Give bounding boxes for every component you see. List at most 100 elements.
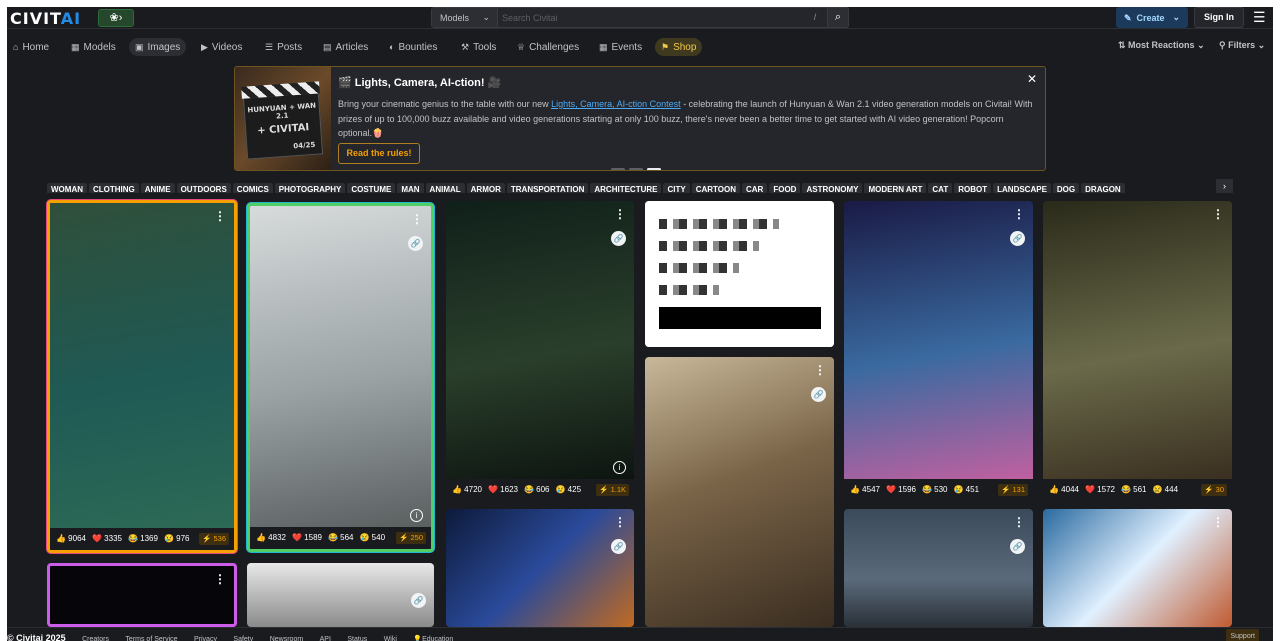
nav-home[interactable]: ⌂ Home <box>7 38 55 56</box>
like-reaction[interactable]: 👍 9064 <box>56 528 86 550</box>
like-reaction[interactable]: 👍 4832 <box>256 527 286 549</box>
more-icon[interactable]: ⋮ <box>1013 515 1025 529</box>
nav-images[interactable]: ▣ Images <box>129 38 187 56</box>
civitai-logo[interactable]: CIVITAI <box>10 9 81 28</box>
more-icon[interactable]: ⋮ <box>1013 207 1025 221</box>
tag-chip[interactable]: DRAGON <box>1081 183 1125 193</box>
heart-reaction[interactable]: ❤️ 3335 <box>92 528 122 550</box>
laugh-reaction[interactable]: 😂 561 <box>1121 479 1147 501</box>
footer-link[interactable]: API <box>320 633 331 641</box>
tag-chip[interactable]: COSTUME <box>347 183 396 193</box>
link-icon[interactable]: 🔗 <box>411 593 426 608</box>
image-card[interactable]: ⋮ 🔗 i 👍 4720 ❤️ 1623 😂 606 😢 425 ⚡ 1.1K <box>446 201 634 501</box>
more-icon[interactable]: ⋮ <box>411 212 423 226</box>
close-icon[interactable]: ✕ <box>1027 72 1037 86</box>
link-icon[interactable]: 🔗 <box>611 231 626 246</box>
more-icon[interactable]: ⋮ <box>614 207 626 221</box>
more-icon[interactable]: ⋮ <box>814 363 826 377</box>
nav-shop[interactable]: ⚑ Shop <box>655 38 703 56</box>
buzz-tip-badge[interactable]: ⚡ 250 <box>396 532 426 544</box>
like-reaction[interactable]: 👍 4044 <box>1049 479 1079 501</box>
cry-reaction[interactable]: 😢 444 <box>1153 479 1179 501</box>
link-icon[interactable]: 🔗 <box>811 387 826 402</box>
tag-chip[interactable]: CITY <box>663 183 690 193</box>
search-input[interactable] <box>502 10 802 25</box>
heart-reaction[interactable]: ❤️ 1589 <box>292 527 322 549</box>
tag-chip[interactable]: DOG <box>1052 183 1080 193</box>
image-card[interactable]: ⋮ 🔗 <box>446 509 634 627</box>
tag-chip[interactable]: FOOD <box>769 183 801 193</box>
laugh-reaction[interactable]: 😂 530 <box>922 479 948 501</box>
footer-link[interactable]: Safety <box>233 633 253 641</box>
nav-challenges[interactable]: ♕ Challenges <box>511 38 585 56</box>
tag-chip[interactable]: TRANSPORTATION <box>506 183 589 193</box>
tag-chip[interactable]: ANIME <box>140 183 175 193</box>
tag-chip[interactable]: COMICS <box>232 183 273 193</box>
search-button[interactable]: ⌕ <box>827 7 849 28</box>
heart-reaction[interactable]: ❤️ 1596 <box>886 479 916 501</box>
footer-link[interactable]: Wiki <box>384 633 397 641</box>
nav-tools[interactable]: ⚒ Tools <box>455 38 502 56</box>
footer-link[interactable]: 💡Education <box>413 633 453 641</box>
filters-button[interactable]: ⚲ Filters ⌄ <box>1219 40 1265 51</box>
more-icon[interactable]: ⋮ <box>614 515 626 529</box>
tag-chip[interactable]: CARTOON <box>691 183 740 193</box>
cry-reaction[interactable]: 😢 540 <box>360 527 386 549</box>
nav-bounties[interactable]: ◐ Bounties <box>383 38 443 56</box>
laugh-reaction[interactable]: 😂 564 <box>328 527 354 549</box>
chevron-right-icon[interactable]: › <box>1216 179 1233 193</box>
footer-link[interactable]: Newsroom <box>270 633 303 641</box>
image-card[interactable]: ⋮ 🔗 i 👍 4832 ❤️ 1589 😂 564 😢 540 ⚡ 250 <box>247 203 434 552</box>
more-icon[interactable]: ⋮ <box>214 209 226 223</box>
tag-chip[interactable]: MAN <box>397 183 424 193</box>
tag-chip[interactable]: CLOTHING <box>89 183 139 193</box>
tag-chip[interactable]: ROBOT <box>954 183 992 193</box>
read-rules-button[interactable]: Read the rules! <box>338 143 420 164</box>
more-icon[interactable]: ⋮ <box>1212 515 1224 529</box>
image-card[interactable]: ⋮ 👍 4044 ❤️ 1572 😂 561 😢 444 ⚡ 30 <box>1043 201 1232 501</box>
cry-reaction[interactable]: 😢 451 <box>954 479 980 501</box>
info-icon[interactable]: i <box>613 461 626 474</box>
nav-models[interactable]: ▦ Models <box>65 38 122 56</box>
tag-chip[interactable]: LANDSCAPE <box>993 183 1051 193</box>
sign-in-button[interactable]: Sign In <box>1194 7 1244 28</box>
region-flag-button[interactable]: ❀› <box>98 9 134 27</box>
tag-chip[interactable]: ARMOR <box>466 183 505 193</box>
tag-chip[interactable]: ASTRONOMY <box>802 183 863 193</box>
image-card[interactable]: ⋮ <box>1043 509 1232 627</box>
laugh-reaction[interactable]: 😂 1369 <box>128 528 158 550</box>
tag-chip[interactable]: CAR <box>742 183 768 193</box>
laugh-reaction[interactable]: 😂 606 <box>524 479 550 501</box>
heart-reaction[interactable]: ❤️ 1623 <box>488 479 518 501</box>
buzz-tip-badge[interactable]: ⚡ 30 <box>1201 484 1227 496</box>
info-icon[interactable]: i <box>410 509 423 522</box>
buzz-tip-badge[interactable]: ⚡ 131 <box>998 484 1028 496</box>
like-reaction[interactable]: 👍 4547 <box>850 479 880 501</box>
tag-chip[interactable]: WOMAN <box>47 183 87 193</box>
link-icon[interactable]: 🔗 <box>1010 231 1025 246</box>
tag-chip[interactable]: PHOTOGRAPHY <box>274 183 346 193</box>
menu-icon[interactable]: ☰ <box>1253 9 1267 25</box>
tag-chip[interactable]: MODERN ART <box>864 183 927 193</box>
like-reaction[interactable]: 👍 4720 <box>452 479 482 501</box>
heart-reaction[interactable]: ❤️ 1572 <box>1085 479 1115 501</box>
support-button[interactable]: Support <box>1226 629 1259 641</box>
create-button[interactable]: ✎ Create ⌄ <box>1116 7 1188 28</box>
tag-chip[interactable]: OUTDOORS <box>176 183 231 193</box>
cry-reaction[interactable]: 😢 425 <box>556 479 582 501</box>
image-card[interactable]: 🔗 <box>247 563 434 627</box>
footer-link[interactable]: Status <box>347 633 367 641</box>
link-icon[interactable]: 🔗 <box>1010 539 1025 554</box>
more-icon[interactable]: ⋮ <box>1212 207 1224 221</box>
carousel-indicator[interactable] <box>611 158 665 170</box>
footer-link[interactable]: Terms of Service <box>125 633 177 641</box>
more-icon[interactable]: ⋮ <box>214 572 226 586</box>
link-icon[interactable]: 🔗 <box>611 539 626 554</box>
tag-chip[interactable]: CAT <box>928 183 953 193</box>
image-card[interactable]: ⋮ 🔗 <box>844 509 1033 627</box>
link-icon[interactable]: 🔗 <box>408 236 423 251</box>
buzz-tip-badge[interactable]: ⚡ 536 <box>199 533 229 545</box>
footer-link[interactable]: Privacy <box>194 633 217 641</box>
buzz-tip-badge[interactable]: ⚡ 1.1K <box>596 484 629 496</box>
nav-posts[interactable]: ☰ Posts <box>259 38 308 56</box>
